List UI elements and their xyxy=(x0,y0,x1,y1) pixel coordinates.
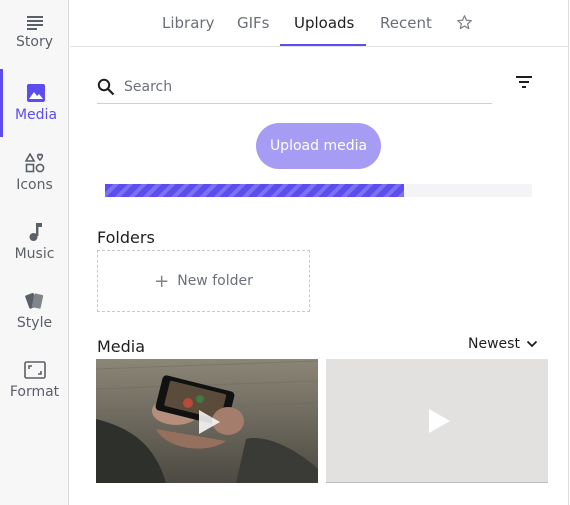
tab-gifs[interactable]: GIFs xyxy=(237,14,270,32)
active-tab-indicator xyxy=(280,44,366,46)
sidebar: Story Media Icons Music Style Format xyxy=(0,0,69,505)
tab-bar: Library GIFs Uploads Recent xyxy=(70,0,569,47)
story-icon xyxy=(26,16,43,30)
sidebar-item-style[interactable]: Style xyxy=(0,277,69,345)
filter-icon xyxy=(516,76,532,88)
media-item[interactable] xyxy=(96,359,318,483)
plus-icon: + xyxy=(154,270,170,292)
new-folder-button[interactable]: + New folder xyxy=(97,250,310,312)
sidebar-item-media[interactable]: Media xyxy=(0,69,69,137)
sidebar-item-label: Media xyxy=(14,107,58,123)
search-icon xyxy=(97,78,115,96)
play-icon xyxy=(429,409,450,433)
media-heading: Media xyxy=(97,337,146,356)
play-icon xyxy=(199,410,220,434)
new-folder-label: New folder xyxy=(177,273,253,289)
upload-media-button[interactable]: Upload media xyxy=(256,123,381,169)
star-icon xyxy=(457,15,472,30)
sidebar-item-label: Icons xyxy=(16,177,53,193)
music-note-icon xyxy=(29,223,42,241)
search-bar xyxy=(97,72,492,104)
tab-library[interactable]: Library xyxy=(162,14,214,32)
style-cards-icon xyxy=(24,292,43,309)
tab-recent[interactable]: Recent xyxy=(380,14,432,32)
sort-label: Newest xyxy=(468,336,520,352)
sidebar-item-label: Music xyxy=(14,246,55,262)
sidebar-item-story[interactable]: Story xyxy=(0,0,69,68)
filter-button[interactable] xyxy=(515,74,533,90)
sidebar-item-format[interactable]: Format xyxy=(0,346,69,414)
search-input[interactable] xyxy=(122,74,486,100)
main-panel: Library GIFs Uploads Recent Upload media… xyxy=(70,0,569,505)
sidebar-item-icons[interactable]: Icons xyxy=(0,139,69,207)
tab-uploads[interactable]: Uploads xyxy=(294,14,354,32)
tab-favorites[interactable] xyxy=(456,14,473,35)
image-icon xyxy=(27,84,45,102)
sort-dropdown[interactable]: Newest xyxy=(468,336,538,352)
sidebar-item-label: Story xyxy=(16,34,53,50)
folders-heading: Folders xyxy=(97,228,155,247)
sidebar-item-music[interactable]: Music xyxy=(0,208,69,276)
sidebar-item-label: Format xyxy=(9,384,60,400)
media-item[interactable] xyxy=(326,359,548,483)
upload-progress-bar xyxy=(105,184,532,197)
format-frame-icon xyxy=(23,361,46,379)
upload-progress-fill xyxy=(105,184,404,197)
sidebar-item-label: Style xyxy=(16,315,53,331)
chevron-down-icon xyxy=(526,340,538,348)
shapes-icon xyxy=(24,153,44,173)
